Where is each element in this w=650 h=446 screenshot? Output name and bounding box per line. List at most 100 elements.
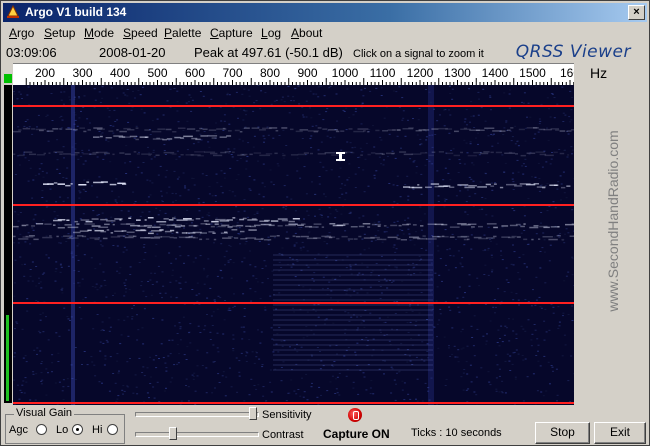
menu-accelerator: S [44,26,53,40]
waterfall-canvas[interactable] [13,85,574,405]
noise-speck [117,372,120,374]
stop-button[interactable]: Stop [535,422,590,444]
menu-accelerator: A [291,26,300,40]
signal-streak [348,128,353,130]
noise-speck [93,228,95,230]
noise-speck [205,367,208,369]
menu-palette[interactable]: Palette [164,26,201,40]
noise-speck [437,195,440,197]
noise-speck [22,153,25,155]
menu-setup[interactable]: Setup [44,26,75,40]
agc-radio[interactable] [36,424,47,435]
noise-speck [362,95,365,97]
signal-streak [260,237,264,240]
noise-speck [478,285,481,287]
noise-speck [552,201,555,203]
noise-speck [126,234,129,235]
noise-speck [239,158,242,159]
noise-speck [293,100,295,102]
noise-speck [153,224,156,226]
noise-speck [303,166,306,168]
noise-speck [485,343,488,345]
contrast-thumb[interactable] [169,427,178,440]
noise-speck [280,267,283,268]
noise-speck [407,228,410,230]
noise-speck [380,95,383,96]
noise-speck [499,304,502,305]
scale-label: 900 [297,66,317,80]
noise-speck [114,121,117,122]
menu-about[interactable]: About [291,26,322,40]
noise-speck [515,333,518,335]
noise-speck [138,357,141,359]
sensitivity-slider[interactable] [135,412,259,417]
signal-streak [84,223,95,225]
noise-speck [460,331,463,333]
noise-speck [40,383,43,385]
noise-speck [270,181,273,183]
noise-speck [539,251,542,252]
scale-label: 1100 [370,66,396,80]
noise-speck [83,351,86,352]
noise-speck [568,116,571,118]
noise-speck [270,103,273,105]
noise-speck [316,396,319,398]
noise-speck [303,391,306,393]
signal-streak [28,235,35,237]
title-bar[interactable]: Argo V1 build 134 × [3,3,647,22]
menu-capture[interactable]: Capture [210,26,253,40]
signal-streak [119,130,127,133]
noise-speck [69,99,72,101]
noise-speck [21,264,24,266]
noise-speck [345,129,348,131]
noise-speck [217,295,220,297]
signal-streak [76,223,80,225]
signal-streak [477,186,487,188]
noise-speck [261,268,264,269]
noise-speck [129,266,132,268]
noise-speck [302,114,304,116]
noise-speck [99,350,102,352]
signal-streak [98,226,109,228]
noise-speck [293,245,296,247]
menu-log[interactable]: Log [261,26,281,40]
noise-speck [114,292,116,294]
hi-radio[interactable] [107,424,118,435]
noise-speck [235,227,238,229]
lo-radio[interactable] [72,424,83,435]
noise-speck [28,126,31,128]
noise-speck [359,147,362,149]
signal-streak [324,152,336,154]
peak-readout: Peak at 497.61 (-50.1 dB) [194,45,343,60]
noise-speck [491,145,494,147]
noise-speck [144,252,147,254]
noise-speck [448,109,450,111]
menu-argo[interactable]: Argo [9,26,34,40]
exit-button[interactable]: Exit [594,422,646,444]
close-button[interactable]: × [628,5,645,20]
menu-speed[interactable]: Speed [123,26,158,40]
frequency-scale[interactable]: 200 300 400 500 600 700 800 900 1000 1100 1200 1300… [13,63,574,86]
noise-speck [99,263,102,265]
noise-speck [458,311,461,313]
noise-speck [123,295,126,297]
noise-speck [560,199,562,201]
noise-speck [45,316,47,318]
noise-speck [448,132,451,134]
waterfall-display[interactable] [13,85,574,405]
noise-speck [141,86,144,88]
noise-speck [202,201,205,203]
contrast-slider[interactable] [135,432,259,437]
signal-streak [74,220,78,223]
signal-streak [148,154,151,156]
noise-speck [207,212,210,214]
noise-speck [356,316,359,318]
noise-speck [223,177,226,179]
noise-speck [243,88,246,90]
noise-speck [407,195,410,197]
noise-speck [541,166,544,168]
menu-mode[interactable]: Mode [84,26,114,40]
sensitivity-thumb[interactable] [249,407,257,420]
noise-speck [185,223,188,225]
noise-speck [354,111,357,113]
